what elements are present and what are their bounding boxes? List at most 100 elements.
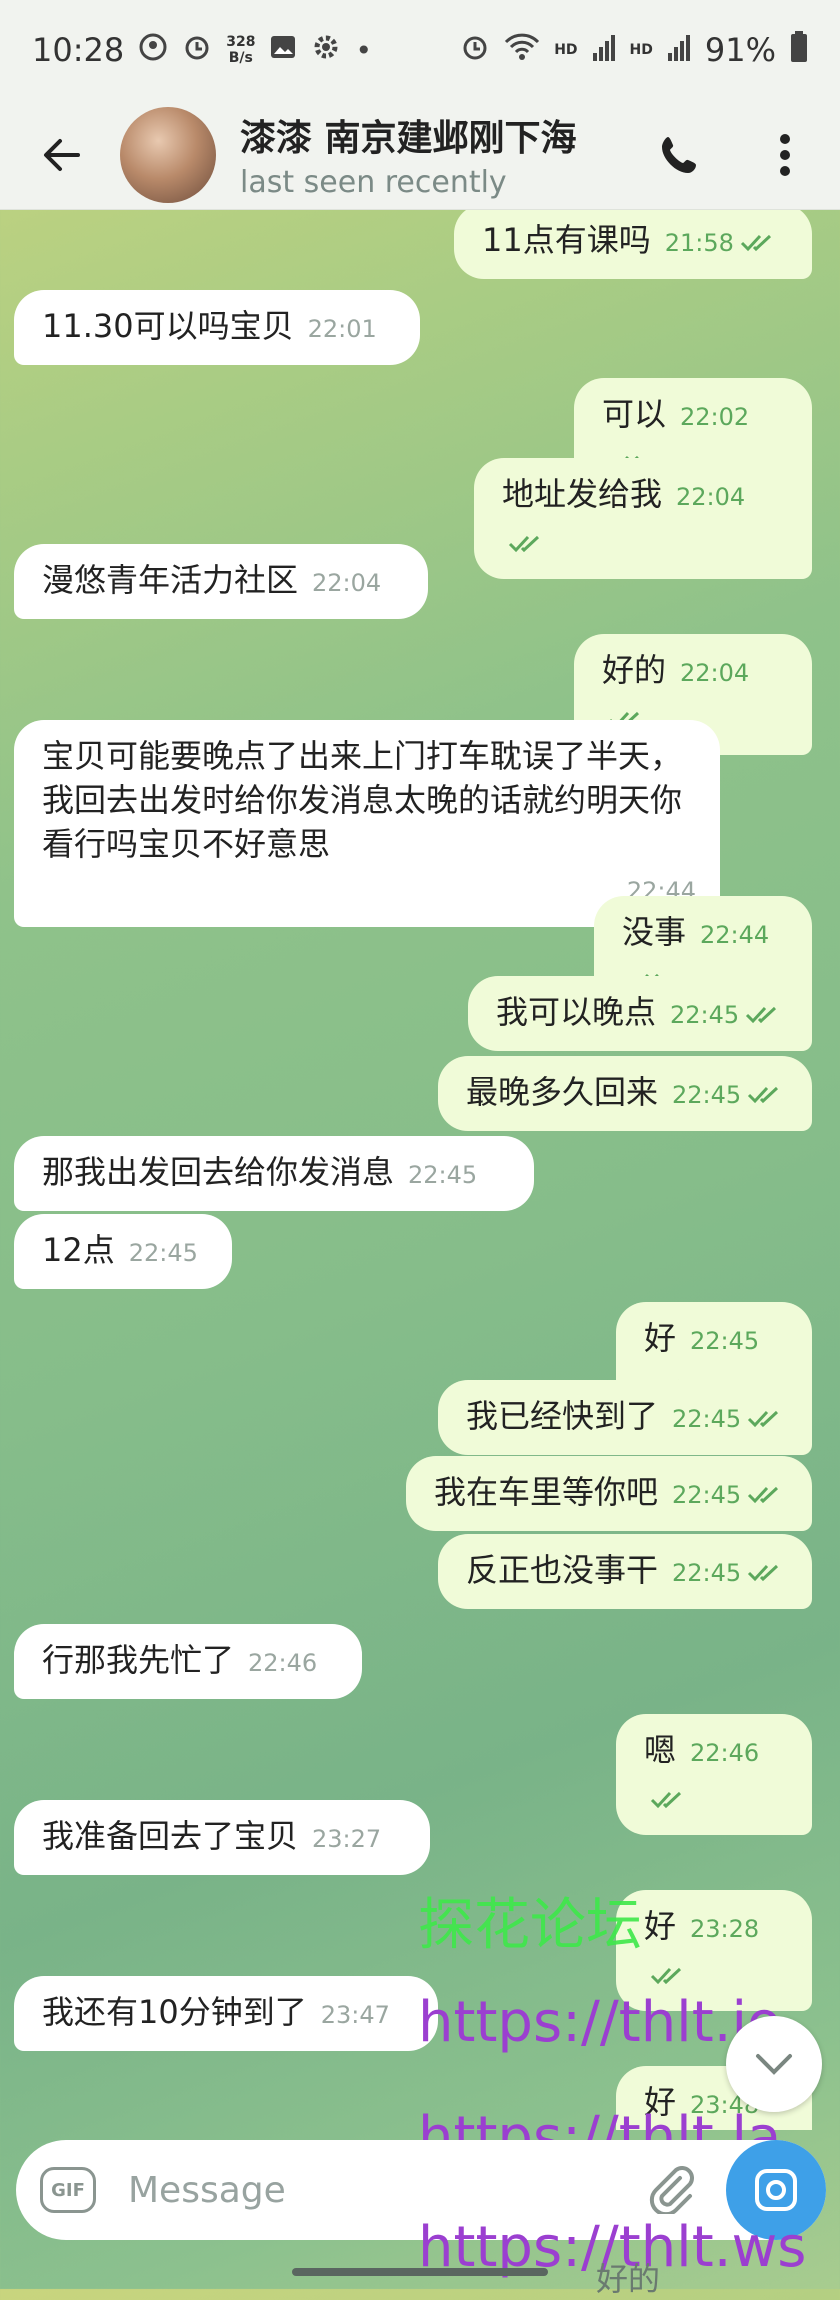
battery-icon [790,30,808,70]
message-bubble-incoming[interactable]: 我还有10分钟到了 23:47 [14,1976,438,2051]
message-text: 好 [644,1319,677,1357]
more-vertical-icon [780,134,790,176]
message-time: 22:46 [248,1649,318,1677]
message-input[interactable] [126,2168,610,2212]
message-time: 22:44 [700,921,770,949]
chat-info[interactable]: 漆漆 南京建邺刚下海 last seen recently [240,109,620,200]
settings-icon [311,32,341,69]
partial-message: 好的 [596,2260,661,2298]
scroll-to-bottom-button[interactable] [726,2016,822,2112]
double-check-icon [740,220,780,264]
double-check-icon [747,1550,787,1594]
message-bubble-outgoing[interactable]: 地址发给我 22:04 [474,458,812,579]
message-time: 22:45 [672,1559,742,1587]
message-text: 没事 [622,913,687,951]
alarm-icon [182,32,212,69]
message-text: 我准备回去了宝贝 [42,1817,299,1855]
message-time: 22:45 [672,1481,742,1509]
camera-button[interactable] [726,2140,826,2240]
message-bubble-outgoing[interactable]: 嗯 22:46 [616,1714,812,1835]
message-time: 22:45 [670,1001,740,1029]
double-check-icon [650,1953,690,1997]
message-time: 22:02 [680,403,750,431]
double-check-icon [508,521,548,565]
message-time: 22:01 [307,315,377,343]
message-text: 我还有10分钟到了 [42,1993,307,2031]
message-bubble-incoming[interactable]: 11.30可以吗宝贝 22:01 [14,290,420,365]
chat-status: last seen recently [240,165,507,200]
message-text: 宝贝可能要晚点了出来上门打车耽误了半天，我回去出发时给你发消息太晚的话就约明天你… [42,737,683,863]
avatar[interactable] [120,106,216,203]
back-button[interactable] [22,115,102,195]
message-time: 22:45 [672,1405,742,1433]
alarm-icon-right [460,32,490,69]
message-text: 行那我先忙了 [42,1641,235,1679]
message-time: 22:45 [128,1239,198,1267]
double-check-icon [747,1072,787,1116]
double-check-icon [747,1396,787,1440]
chat-header: 漆漆 南京建邺刚下海 last seen recently [0,100,840,210]
battery-percent: 91% [704,31,776,69]
wifi-icon [504,32,540,69]
message-time: 22:04 [312,569,382,597]
vpn-icon [138,32,168,69]
status-bar: 10:28 328 B/s • HD HD 91% [0,0,840,100]
image-icon [269,33,297,68]
hd-badge-1: HD [554,42,578,58]
message-bubble-incoming[interactable]: 我准备回去了宝贝 23:27 [14,1800,430,1875]
call-button[interactable] [645,120,715,190]
message-bubble-outgoing[interactable]: 11点有课吗 21:58 [454,210,812,279]
message-text: 嗯 [644,1731,677,1769]
signal-icon-2 [667,33,691,68]
more-options-button[interactable] [755,120,815,190]
message-time: 22:45 [690,1327,760,1355]
signal-icon-1 [592,33,616,68]
message-bubble-incoming[interactable]: 12点 22:45 [14,1214,232,1289]
message-bubble-incoming[interactable]: 宝贝可能要晚点了出来上门打车耽误了半天，我回去出发时给你发消息太晚的话就约明天你… [14,720,720,927]
double-check-icon [747,1472,787,1516]
message-time: 22:45 [672,1081,742,1109]
message-bubble-outgoing[interactable]: 最晚多久回来 22:45 [438,1056,812,1131]
message-text: 地址发给我 [502,475,663,513]
message-text: 可以 [602,395,667,433]
double-check-icon [650,1777,690,1821]
status-time: 10:28 [32,31,125,69]
message-text: 漫悠青年活力社区 [42,561,299,599]
arrow-left-icon [44,138,80,171]
attach-button[interactable] [646,2164,696,2218]
message-time: 22:04 [680,659,750,687]
message-text: 11.30可以吗宝贝 [42,307,294,345]
chevron-down-icon [756,2054,792,2075]
home-indicator[interactable] [292,2268,548,2276]
message-bubble-outgoing[interactable]: 我可以晚点 22:45 [468,976,812,1051]
message-time: 23:47 [320,2001,390,2029]
message-bubble-incoming[interactable]: 行那我先忙了 22:46 [14,1624,362,1699]
hd-badge-2: HD [629,42,653,58]
message-bubble-outgoing[interactable]: 反正也没事干 22:45 [438,1534,812,1609]
paperclip-icon [649,2166,694,2217]
camera-icon [755,2169,797,2211]
message-time: 22:45 [408,1161,478,1189]
message-text: 那我出发回去给你发消息 [42,1153,395,1191]
gif-button[interactable]: GIF [40,2167,96,2213]
message-text: 好的 [602,651,667,689]
message-text: 好 [644,1907,677,1945]
double-check-icon [745,992,785,1036]
phone-icon [662,137,696,173]
message-bubble-incoming[interactable]: 那我出发回去给你发消息 22:45 [14,1136,534,1211]
message-time: 21:58 [664,229,734,257]
message-text: 最晚多久回来 [466,1073,659,1111]
dot-icon: • [355,33,372,67]
message-bubble-incoming[interactable]: 漫悠青年活力社区 22:04 [14,544,428,619]
message-time: 22:46 [690,1739,760,1767]
message-composer: GIF [16,2140,826,2240]
message-bubble-outgoing[interactable]: 我已经快到了 22:45 [438,1380,812,1455]
message-list[interactable]: 11点有课吗 21:58 11.30可以吗宝贝 22:01 可以 22:02 地址发给… [0,210,840,2130]
message-bubble-outgoing[interactable]: 我在车里等你吧 22:45 [406,1456,812,1531]
net-speed: 328 B/s [226,34,256,66]
message-text: 11点有课吗 [482,221,651,259]
message-text: 我已经快到了 [466,1397,659,1435]
message-time: 22:04 [676,483,746,511]
message-text: 好 [644,2083,677,2121]
message-bubble-outgoing[interactable]: 好 23:28 [616,1890,812,2011]
